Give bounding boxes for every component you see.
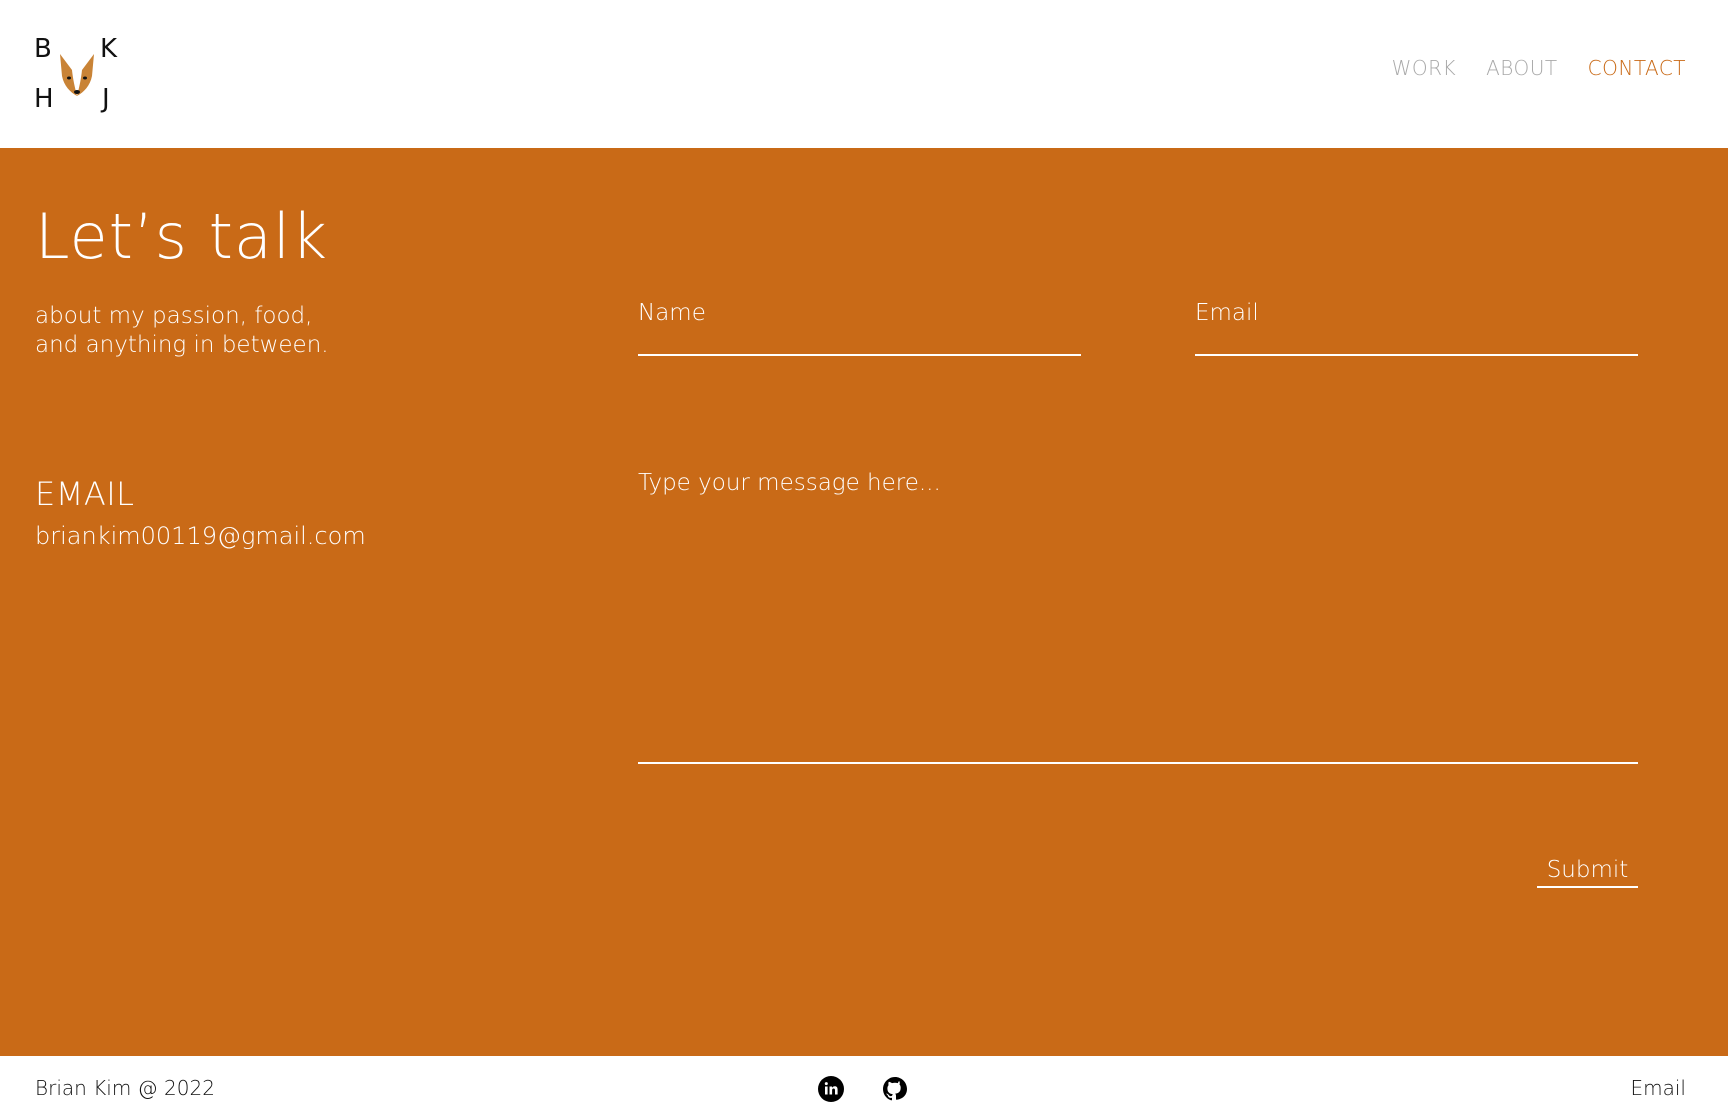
dog-face-icon — [60, 54, 94, 96]
logo-letter-h: H — [34, 84, 54, 114]
site-footer: Brian Kim @ 2022 Email — [0, 1056, 1728, 1117]
site-header: B K H J WORK ABOUT CONTACT — [0, 0, 1728, 148]
email-address: briankim00119@gmail.com — [35, 522, 366, 550]
nav-contact-link[interactable]: CONTACT — [1588, 56, 1686, 80]
nav-about-link[interactable]: ABOUT — [1486, 56, 1558, 80]
logo-letter-k: K — [100, 34, 118, 64]
linkedin-icon[interactable] — [818, 1076, 844, 1102]
message-textarea[interactable] — [638, 470, 1638, 750]
name-field-wrapper — [638, 300, 1081, 356]
email-field-wrapper — [1195, 300, 1638, 356]
nav-work-link[interactable]: WORK — [1392, 56, 1457, 80]
contact-section: Let’s talk about my passion, food, and a… — [0, 148, 1728, 1056]
subtitle-line-2: and anything in between. — [35, 332, 329, 358]
logo[interactable]: B K H J — [34, 36, 120, 114]
email-heading: EMAIL — [35, 475, 135, 513]
email-input[interactable] — [1195, 300, 1638, 326]
subtitle-line-1: about my passion, food, — [35, 303, 313, 329]
logo-letter-b: B — [34, 34, 52, 64]
copyright-text: Brian Kim @ 2022 — [35, 1076, 215, 1100]
page-title: Let’s talk — [35, 200, 329, 273]
message-field-wrapper — [638, 470, 1638, 764]
name-input[interactable] — [638, 300, 1081, 326]
logo-letter-j: J — [102, 84, 110, 114]
github-icon[interactable] — [882, 1076, 908, 1102]
submit-button[interactable]: Submit — [1537, 854, 1638, 888]
social-links — [818, 1076, 908, 1102]
page-subtitle: about my passion, food, and anything in … — [35, 302, 455, 360]
footer-email-link[interactable]: Email — [1631, 1076, 1687, 1100]
main-nav: WORK ABOUT CONTACT — [1392, 56, 1686, 80]
